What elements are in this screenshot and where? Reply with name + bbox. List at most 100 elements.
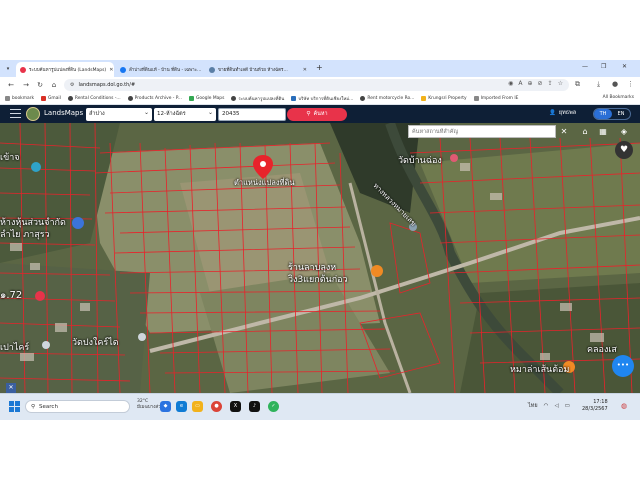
company-label-line-2: ลำไย ภาสุรว: [0, 230, 50, 240]
windows-start-icon[interactable]: [9, 401, 20, 412]
bookmark-label: Imported From IE: [480, 96, 519, 101]
profile-icon[interactable]: ●: [612, 80, 618, 88]
bookmark-label: บริษัท บริการที่ดินเชียงใหม่...: [298, 97, 354, 102]
new-tab-icon[interactable]: +: [316, 63, 323, 72]
district-select[interactable]: 12-ห้างฉัตร ⌄: [154, 107, 216, 121]
chat-bubble-icon[interactable]: •••: [612, 355, 634, 377]
share-icon[interactable]: ⇪: [548, 80, 553, 87]
province-select[interactable]: ลำปาง ⌄: [86, 107, 152, 121]
zoom-icon[interactable]: ⊕: [528, 80, 533, 87]
line-app-icon[interactable]: ✓: [268, 401, 279, 412]
volume-icon[interactable]: ◁: [554, 403, 558, 409]
measure-tool-icon[interactable]: ✕: [6, 383, 16, 393]
home-map-icon[interactable]: ⌂: [578, 125, 592, 139]
windows-taskbar: ⚲ Search 32°C มีเมฆบางส่วน ◆ e ▭ ● X ♪ ✓…: [0, 393, 640, 420]
bookmark-item[interactable]: Rental Conditions -...: [67, 96, 121, 101]
close-tab-icon[interactable]: ✕: [201, 67, 203, 73]
edge-icon[interactable]: e: [176, 401, 187, 412]
poi-pin-icon[interactable]: [35, 291, 45, 301]
bookmark-item[interactable]: Gmail: [41, 96, 61, 101]
close-window-icon[interactable]: ✕: [622, 63, 627, 70]
lang-th-button[interactable]: TH: [594, 109, 612, 119]
all-bookmarks-button[interactable]: All Bookmarks: [603, 95, 634, 100]
clear-search-icon[interactable]: ✕: [559, 125, 569, 138]
location-icon[interactable]: ◉: [508, 80, 513, 87]
forward-icon[interactable]: →: [21, 80, 31, 90]
search-icon: ⚲: [306, 111, 311, 117]
extensions-icon[interactable]: ⧉: [575, 80, 580, 89]
notification-icon[interactable]: ◍: [621, 402, 627, 410]
close-tab-icon[interactable]: ✕: [300, 67, 307, 73]
taskbar-search-box[interactable]: ⚲ Search: [25, 400, 130, 413]
user-icon: 👤: [549, 110, 556, 116]
poi-pin-icon[interactable]: [42, 341, 50, 349]
bookmarks-bar: bookmark Gmail Rental Conditions -... Pr…: [0, 93, 640, 105]
bookmark-label: Krungsri Property: [428, 96, 467, 101]
temple-label: วัดปงใคร์ได: [72, 338, 119, 348]
place-label: เปาไคร์: [0, 343, 30, 353]
home-icon[interactable]: ⌂: [49, 80, 59, 90]
lang-en-button[interactable]: EN: [612, 109, 630, 119]
hamburger-menu-icon[interactable]: [10, 109, 21, 118]
map-view[interactable]: ตำแหน่งแปลงที่ดิน วัดบ้านฉ่อง ทางหลวงหมา…: [0, 123, 640, 393]
maximize-icon[interactable]: ❐: [601, 63, 606, 70]
office-pin-icon[interactable]: [72, 217, 84, 229]
tab-facebook[interactable]: ลำปางที่ดินแท้ - บ้าน ที่ดิน - เฉพาะ... …: [116, 62, 203, 77]
satellite-map: [0, 123, 640, 393]
bookmark-item[interactable]: บริษัท บริการที่ดินเชียงใหม่...: [291, 95, 353, 102]
poi-pin-icon[interactable]: [138, 333, 146, 341]
tab-search-icon[interactable]: ▾: [4, 65, 12, 73]
x-app-icon[interactable]: X: [230, 401, 241, 412]
chrome-icon[interactable]: ●: [211, 401, 222, 412]
temple-label: วัดบ้านฉ่อง: [398, 156, 442, 166]
user-menu[interactable]: 👤 ยุทธพล: [549, 109, 576, 117]
bookmark-item[interactable]: Products Archive - P...: [127, 96, 182, 101]
copilot-icon[interactable]: ◆: [160, 401, 171, 412]
globe-icon: [127, 96, 133, 101]
bookmark-item[interactable]: Imported From IE: [473, 96, 519, 101]
grid-icon[interactable]: ▦: [596, 125, 610, 139]
favorite-heart-icon[interactable]: ♥: [615, 141, 633, 159]
file-explorer-icon[interactable]: ▭: [192, 401, 203, 412]
place-label: เข้าจ: [0, 153, 20, 163]
clock-date: 28/3/2567: [582, 406, 608, 412]
gmail-icon: [41, 96, 47, 101]
search-button[interactable]: ⚲ ค้นหา: [287, 107, 347, 121]
close-tab-icon[interactable]: ✕: [106, 67, 113, 73]
bookmark-item[interactable]: bookmark: [5, 96, 34, 101]
tab-landsmaps[interactable]: ระบบค้นหารูปแปลงที่ดิน (LandsMaps) ✕: [16, 62, 114, 77]
bookmark-item[interactable]: ระบบค้นหารูปแปลงที่ดิน: [231, 95, 284, 102]
globe-icon: [67, 96, 73, 101]
temple-pin-icon[interactable]: [450, 154, 458, 162]
translate-icon[interactable]: A: [518, 80, 522, 87]
download-icon[interactable]: ⤓: [597, 80, 600, 89]
back-icon[interactable]: ←: [6, 80, 16, 90]
tab-label: ลำปางที่ดินแท้ - บ้าน ที่ดิน - เฉพาะ...: [129, 68, 202, 73]
clock[interactable]: 17:18 28/3/2567: [582, 399, 608, 413]
shop-pin-icon[interactable]: [31, 162, 41, 172]
place-label: หมาล่าเส้นต้อม: [510, 365, 570, 375]
bookmark-item[interactable]: Google Maps: [188, 96, 224, 101]
folder-icon: [5, 96, 10, 101]
reload-icon[interactable]: ↻: [35, 80, 45, 90]
tab-listing[interactable]: ขายที่ดินทำเลดี บ้านห้วย ห้างฉัตร... ✕: [205, 62, 311, 77]
restaurant-pin-icon[interactable]: [371, 265, 383, 277]
address-bar[interactable]: ⚙ landsmaps.dol.go.th/# ◉ A ⊕ ⊘ ⇪ ☆: [64, 79, 569, 91]
minimize-icon[interactable]: —: [582, 63, 588, 70]
site-favicon-icon: [209, 66, 215, 73]
tiktok-icon[interactable]: ♪: [249, 401, 260, 412]
input-language[interactable]: ไทย: [528, 402, 538, 410]
wifi-icon[interactable]: ◠: [544, 403, 549, 409]
menu-icon[interactable]: ⋮: [627, 80, 634, 88]
bookmark-item[interactable]: Rent motorcycle Ro...: [360, 96, 414, 101]
bookmark-item[interactable]: Krungsri Property: [421, 96, 467, 101]
place-search-input[interactable]: [408, 125, 556, 138]
bookmark-label: bookmark: [12, 96, 35, 101]
layers-icon[interactable]: ◈: [617, 125, 631, 139]
eye-off-icon[interactable]: ⊘: [538, 80, 543, 87]
site-info-icon[interactable]: ⚙: [70, 82, 74, 88]
chevron-down-icon: ⌄: [207, 108, 213, 116]
battery-icon[interactable]: ▭: [565, 403, 570, 409]
bookmark-star-icon[interactable]: ☆: [558, 80, 563, 87]
parcel-number-input[interactable]: [218, 107, 286, 121]
